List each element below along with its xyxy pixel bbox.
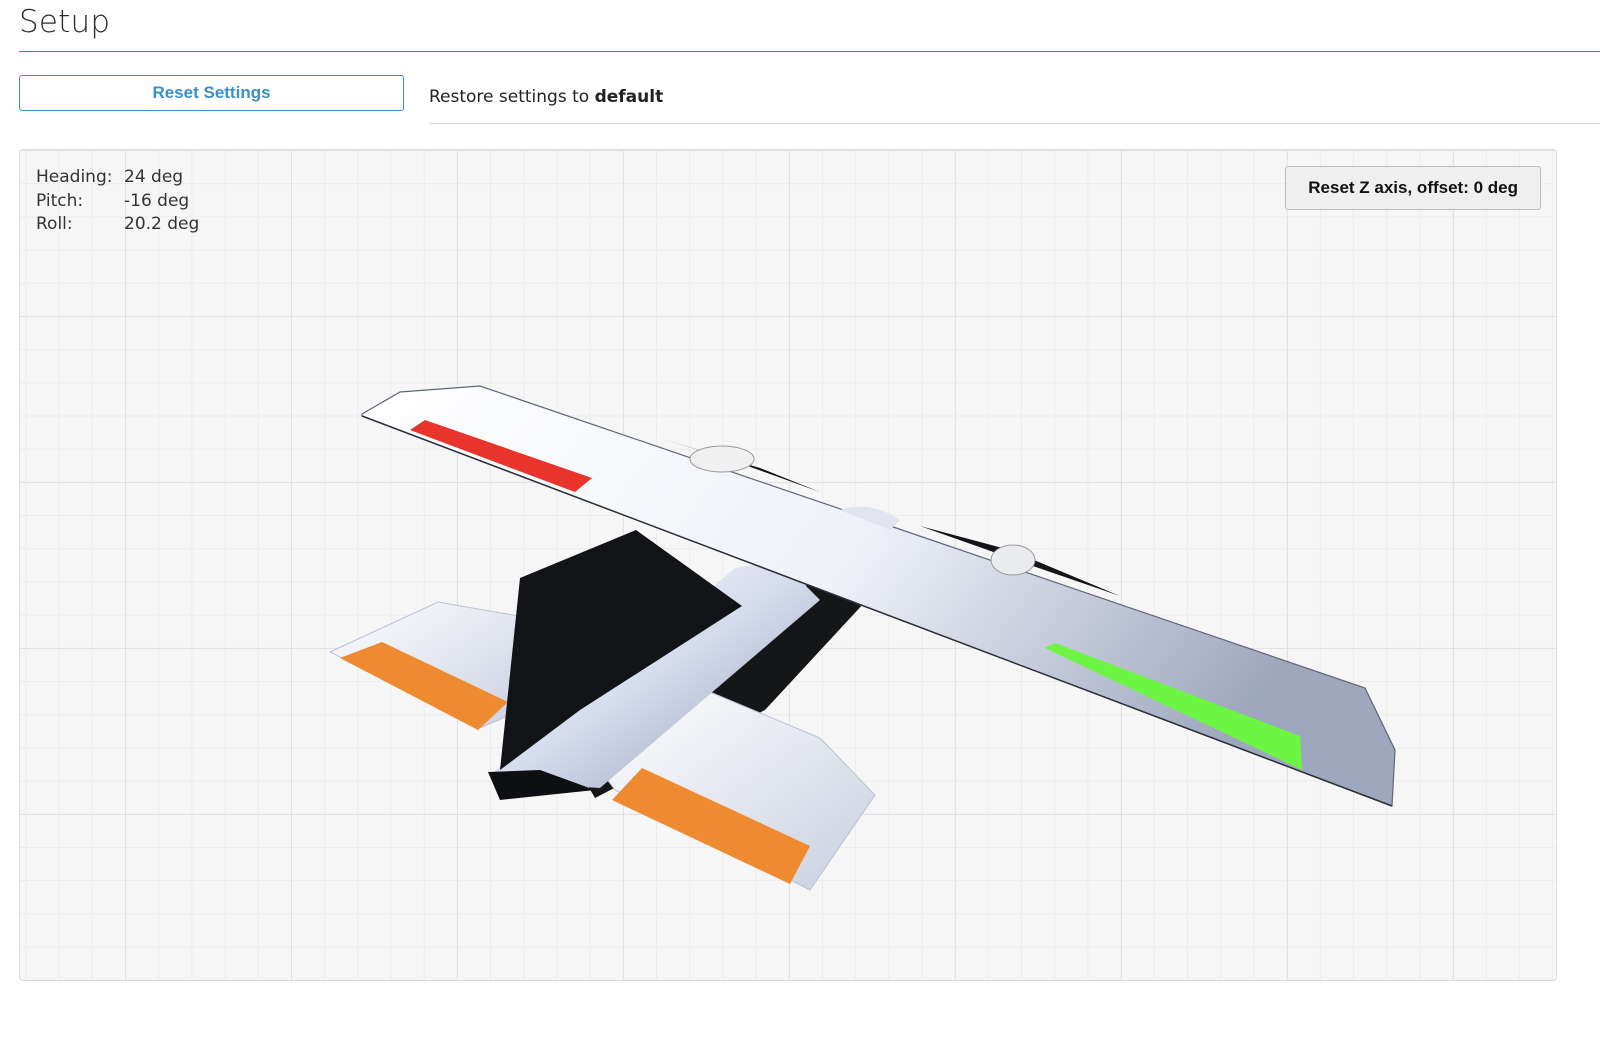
page-title: Setup bbox=[19, 4, 111, 40]
restore-divider bbox=[429, 123, 1600, 124]
title-divider bbox=[19, 51, 1600, 52]
restore-prefix: Restore settings to bbox=[429, 87, 590, 107]
restore-emphasis: default bbox=[594, 87, 664, 107]
setup-page: Setup Reset Settings Restore settings to… bbox=[0, 0, 1600, 1056]
left-motor-pod bbox=[689, 445, 755, 473]
restore-description: Restore settings to default bbox=[429, 87, 663, 107]
reset-settings-button[interactable]: Reset Settings bbox=[19, 75, 404, 111]
right-motor-pod bbox=[990, 544, 1036, 576]
aircraft-model bbox=[328, 385, 1396, 891]
model-viewer[interactable]: Heading: 24 deg Pitch: -16 deg Roll: 20.… bbox=[19, 149, 1557, 981]
